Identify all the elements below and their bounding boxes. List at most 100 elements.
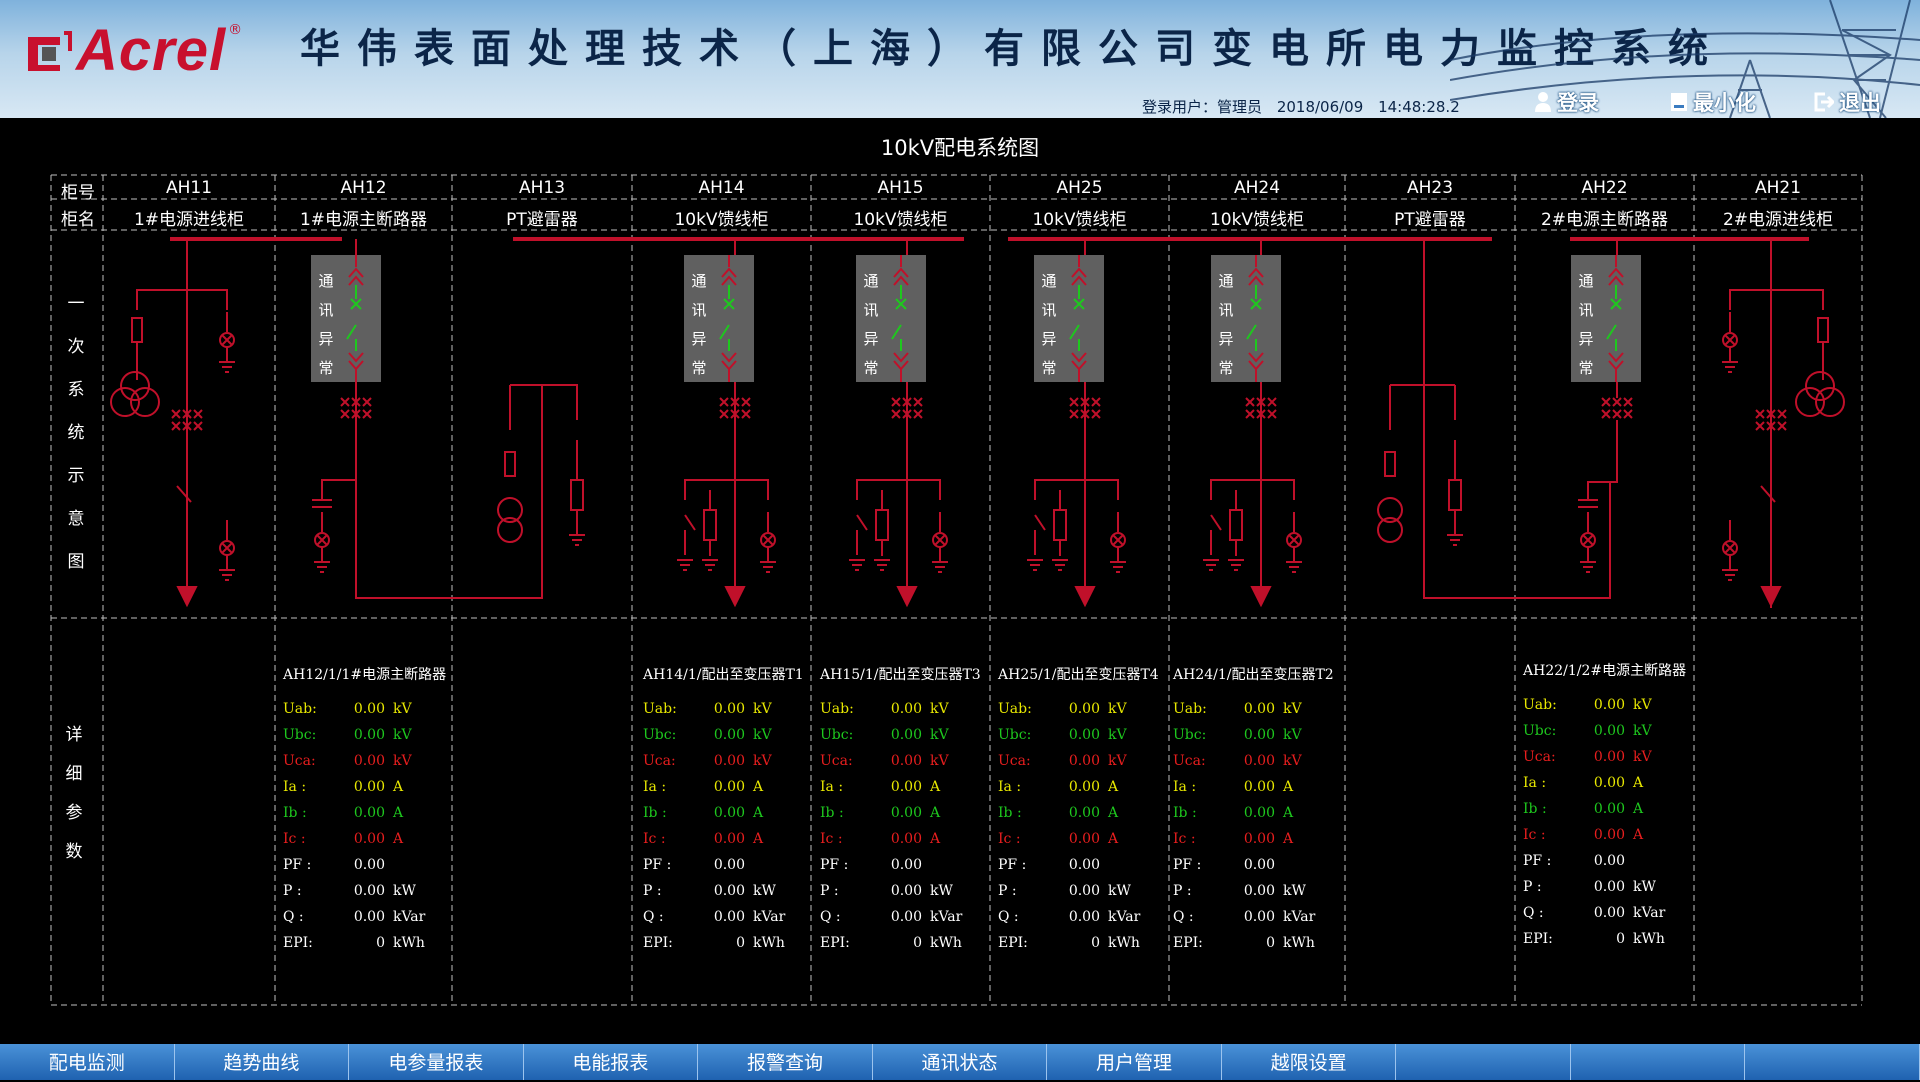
param-unit: kV — [1283, 727, 1302, 743]
cabinet-no: AH12 — [340, 178, 387, 198]
param-unit: kWh — [1633, 931, 1665, 947]
param-name: Q : — [643, 909, 664, 925]
param-row: Ib : 0.00 A — [283, 805, 463, 825]
param-name: EPI: — [820, 935, 850, 951]
cabinet-no-label: 柜号 — [61, 183, 95, 203]
param-name: Ic : — [283, 831, 306, 847]
nav-tab[interactable] — [1745, 1044, 1920, 1080]
param-value: 0.00 — [1068, 909, 1100, 925]
param-row: Uab: 0.00 kV — [998, 701, 1178, 721]
param-row: Uab: 0.00 kV — [1523, 697, 1703, 717]
nav-tab[interactable]: 越限设置 — [1222, 1044, 1397, 1080]
param-name: P : — [643, 883, 662, 899]
primary-label-char: 系 — [67, 380, 85, 400]
param-name: EPI: — [643, 935, 673, 951]
param-unit: kVar — [1283, 909, 1316, 925]
param-unit: kW — [930, 883, 953, 899]
nav-tab[interactable]: 报警查询 — [698, 1044, 873, 1080]
param-row: Ic : 0.00 A — [283, 831, 463, 851]
cabinet-name[interactable]: 2#电源进线柜 — [1694, 205, 1862, 230]
nav-tab[interactable]: 配电监测 — [0, 1044, 175, 1080]
param-unit: kW — [393, 883, 416, 899]
comm-status-char: 通 — [691, 272, 707, 290]
comm-status-char: 通 — [1218, 272, 1234, 290]
param-name: Ubc: — [643, 727, 677, 743]
param-value: 0 — [913, 935, 922, 951]
nav-tab[interactable] — [1571, 1044, 1746, 1080]
param-unit: A — [1633, 801, 1644, 817]
param-value: 0 — [1616, 931, 1625, 947]
param-row: PF : 0.00 — [820, 857, 1000, 877]
param-unit: kV — [753, 753, 772, 769]
param-name: Q : — [998, 909, 1019, 925]
comm-status-char: 常 — [1218, 359, 1234, 377]
param-value: 0.00 — [890, 883, 922, 899]
comm-status-char: 常 — [691, 359, 707, 377]
param-row: Uab: 0.00 kV — [820, 701, 1000, 721]
comm-status-char: 讯 — [1041, 301, 1057, 319]
nav-tab[interactable]: 电参量报表 — [349, 1044, 524, 1080]
param-row: Uca: 0.00 kV — [1173, 753, 1353, 773]
cabinet-name[interactable]: PT避雷器 — [452, 205, 632, 230]
param-name: EPI: — [1523, 931, 1553, 947]
nav-tab[interactable]: 通讯状态 — [873, 1044, 1048, 1080]
comm-status-text: 通讯异常 — [1216, 267, 1236, 383]
param-value: 0.00 — [713, 779, 745, 795]
param-unit: A — [1283, 831, 1294, 847]
comm-status-char: 异 — [863, 330, 879, 348]
param-name: Uca: — [1523, 749, 1556, 765]
param-row: Ubc: 0.00 kV — [283, 727, 463, 747]
nav-tab[interactable]: 趋势曲线 — [175, 1044, 350, 1080]
param-row: EPI: 0 kWh — [283, 935, 463, 955]
param-unit: kW — [753, 883, 776, 899]
param-row: Uab: 0.00 kV — [643, 701, 823, 721]
cabinet-name[interactable]: 1#电源进线柜 — [103, 205, 275, 230]
param-value: 0.00 — [890, 857, 922, 873]
cabinet-name[interactable]: 10kV馈线柜 — [811, 205, 990, 230]
param-panel: AH25/1/配出至变压器T4 Uab: 0.00 kV Ubc: 0.00 kV Uca: 0… — [998, 664, 1178, 954]
cabinet-name[interactable]: 10kV馈线柜 — [632, 205, 811, 230]
cabinet-name[interactable]: 1#电源主断路器 — [275, 205, 452, 230]
param-name: P : — [1173, 883, 1192, 899]
cabinet-name[interactable]: PT避雷器 — [1345, 205, 1515, 230]
cabinet-name[interactable]: 2#电源主断路器 — [1515, 205, 1694, 230]
details-label-char: 参 — [65, 803, 83, 823]
param-row: Ubc: 0.00 kV — [998, 727, 1178, 747]
param-name: PF : — [820, 857, 849, 873]
param-value: 0.00 — [1593, 853, 1625, 869]
param-value: 0.00 — [353, 909, 385, 925]
param-unit: A — [930, 779, 941, 795]
param-row: Ic : 0.00 A — [1523, 827, 1703, 847]
param-row: Ic : 0.00 A — [1173, 831, 1353, 851]
cabinet-name[interactable]: 10kV馈线柜 — [1169, 205, 1345, 230]
comm-status-box: 通讯异常 — [1571, 255, 1641, 382]
param-value: 0.00 — [1593, 723, 1625, 739]
param-name: P : — [998, 883, 1017, 899]
param-row: Ia : 0.00 A — [1523, 775, 1703, 795]
nav-tab[interactable]: 用户管理 — [1047, 1044, 1222, 1080]
param-name: Ia : — [283, 779, 307, 795]
comm-status-char: 讯 — [1218, 301, 1234, 319]
param-row: Uab: 0.00 kV — [283, 701, 463, 721]
param-row: Q : 0.00 kVar — [1173, 909, 1353, 929]
param-row: Ubc: 0.00 kV — [820, 727, 1000, 747]
param-row: Uca: 0.00 kV — [283, 753, 463, 773]
param-value: 0.00 — [1243, 857, 1275, 873]
param-unit: kW — [1108, 883, 1131, 899]
param-unit: A — [393, 805, 404, 821]
cabinet-name-label: 柜名 — [61, 210, 95, 230]
nav-tab[interactable]: 电能报表 — [524, 1044, 699, 1080]
param-row: P : 0.00 kW — [283, 883, 463, 903]
param-row: Q : 0.00 kVar — [820, 909, 1000, 929]
param-row: Ic : 0.00 A — [820, 831, 1000, 851]
nav-tab[interactable] — [1396, 1044, 1571, 1080]
param-unit: kV — [1283, 701, 1302, 717]
param-unit: kV — [1108, 727, 1127, 743]
param-value: 0.00 — [890, 909, 922, 925]
cabinet-name[interactable]: 10kV馈线柜 — [990, 205, 1169, 230]
param-value: 0.00 — [1243, 909, 1275, 925]
param-panel: AH22/1/2#电源主断路器 Uab: 0.00 kV Ubc: 0.00 kV Uca: 0… — [1523, 660, 1703, 950]
param-unit: A — [1108, 779, 1119, 795]
param-unit: kWh — [1283, 935, 1315, 951]
param-value: 0.00 — [1593, 775, 1625, 791]
